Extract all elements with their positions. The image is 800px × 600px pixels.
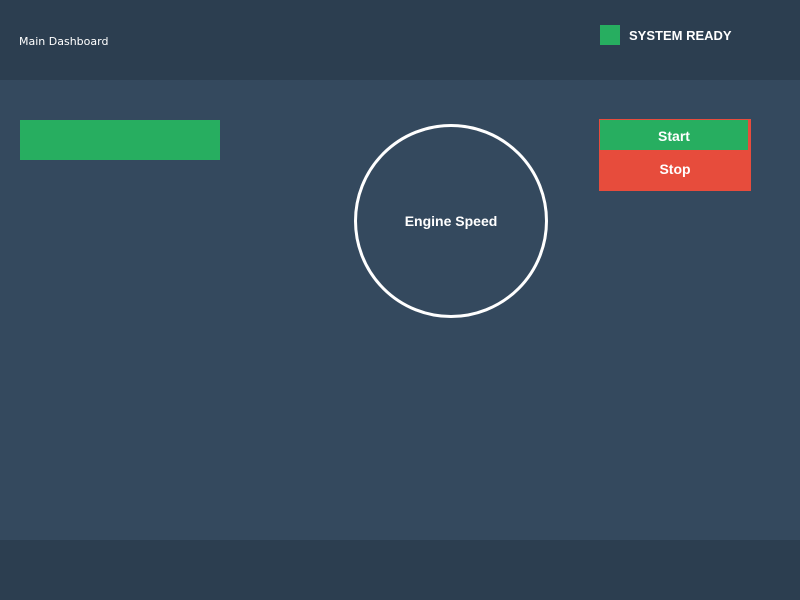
stop-button[interactable]: Stop bbox=[599, 154, 751, 184]
engine-speed-gauge: Engine Speed bbox=[354, 124, 548, 318]
status-indicator-light bbox=[600, 25, 620, 45]
footer-bar bbox=[0, 540, 800, 600]
status-label: SYSTEM READY bbox=[629, 28, 732, 43]
header-bar: Main Dashboard SYSTEM READY bbox=[0, 0, 800, 80]
start-button[interactable]: Start bbox=[600, 120, 748, 151]
control-panel: Start Stop bbox=[599, 119, 751, 191]
gauge-label: Engine Speed bbox=[404, 213, 498, 229]
status-bar-indicator bbox=[20, 120, 220, 160]
page-title: Main Dashboard bbox=[19, 35, 109, 48]
